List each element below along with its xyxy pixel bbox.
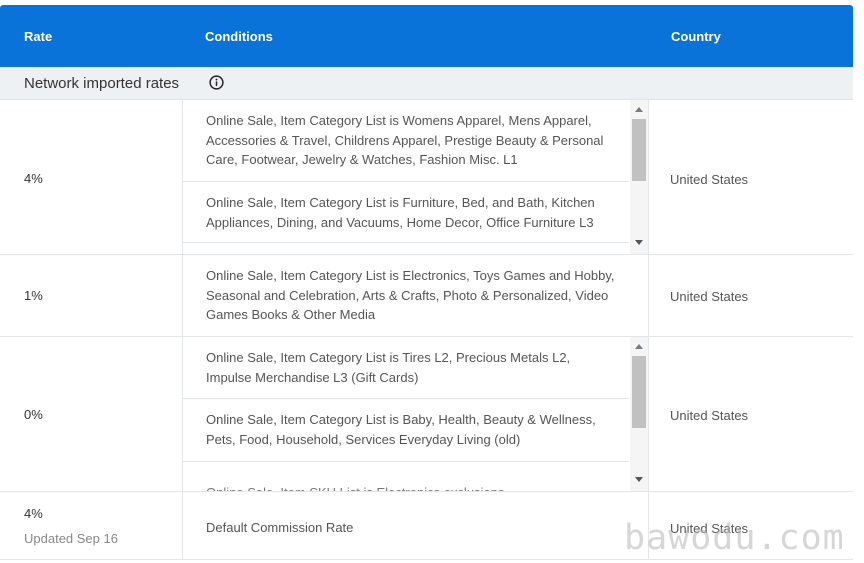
scroll-up-arrow-icon[interactable] <box>635 107 643 112</box>
rate-column-header[interactable]: Rate <box>24 29 52 44</box>
rate-value: 1% <box>24 288 43 303</box>
scrollbar-thumb[interactable] <box>632 356 646 428</box>
rate-updated-date: Updated Sep 16 <box>24 531 118 546</box>
condition-text: Online Sale, Item Category List is Elect… <box>206 268 615 322</box>
condition-item: Online Sale, Item Category List is Baby,… <box>183 399 629 462</box>
scrollbar-thumb[interactable] <box>632 119 646 181</box>
condition-text: Online Sale, Item SKU List is Electronic… <box>206 483 611 491</box>
condition-text: Online Sale, Item Category List is Tires… <box>206 350 571 385</box>
country-column-header[interactable]: Country <box>671 29 721 44</box>
commission-rates-table: Rate Conditions Country Network imported… <box>0 5 853 560</box>
condition-text: Online Sale, Item Category List is Baby,… <box>206 412 596 447</box>
table-header: Rate Conditions Country <box>0 5 853 67</box>
scroll-down-arrow-icon[interactable] <box>635 477 643 482</box>
conditions-column-header[interactable]: Conditions <box>205 29 273 44</box>
condition-text: Default Commission Rate <box>206 520 354 535</box>
table-row: 0% Online Sale, Item Category List is Ti… <box>0 337 853 492</box>
scroll-down-arrow-icon[interactable] <box>635 240 643 245</box>
rate-value: 0% <box>24 407 43 422</box>
conditions-scrollbar[interactable] <box>630 337 648 491</box>
scroll-up-arrow-icon[interactable] <box>635 344 643 349</box>
conditions-list: Default Commission Rate <box>182 492 649 559</box>
group-network-imported-rates: Network imported rates <box>0 67 853 100</box>
table-row: 1% Online Sale, Item Category List is El… <box>0 255 853 337</box>
country-value: United States <box>670 172 749 187</box>
country-value: United States <box>670 408 749 423</box>
group-label: Network imported rates <box>24 75 180 92</box>
condition-item: Online Sale, Item Category List is Furni… <box>183 182 629 243</box>
conditions-list[interactable]: Online Sale, Item Category List is Elect… <box>182 255 649 336</box>
info-icon[interactable] <box>209 75 224 90</box>
condition-text: Online Sale, Item Category List is Furni… <box>206 195 595 230</box>
conditions-list[interactable]: Online Sale, Item Category List is Women… <box>182 100 649 254</box>
country-value: United States <box>670 289 749 304</box>
rate-value: 4% <box>24 506 43 521</box>
condition-item: Online Sale, Item Category List is Tires… <box>183 337 629 399</box>
condition-item: Online Sale, Item Category List is Women… <box>183 100 629 182</box>
conditions-list[interactable]: Online Sale, Item Category List is Tires… <box>182 337 649 491</box>
condition-item: Online Sale, Item Category List is Elect… <box>183 255 648 335</box>
condition-item: Online Sale, Item SKU List is Electronic… <box>183 462 629 491</box>
rate-value: 4% <box>24 171 43 186</box>
table-row: 4% Online Sale, Item Category List is Wo… <box>0 100 853 255</box>
condition-text: Online Sale, Item Category List is Women… <box>206 113 604 167</box>
watermark: bawodu.com <box>624 518 845 558</box>
conditions-scrollbar[interactable] <box>630 100 648 254</box>
